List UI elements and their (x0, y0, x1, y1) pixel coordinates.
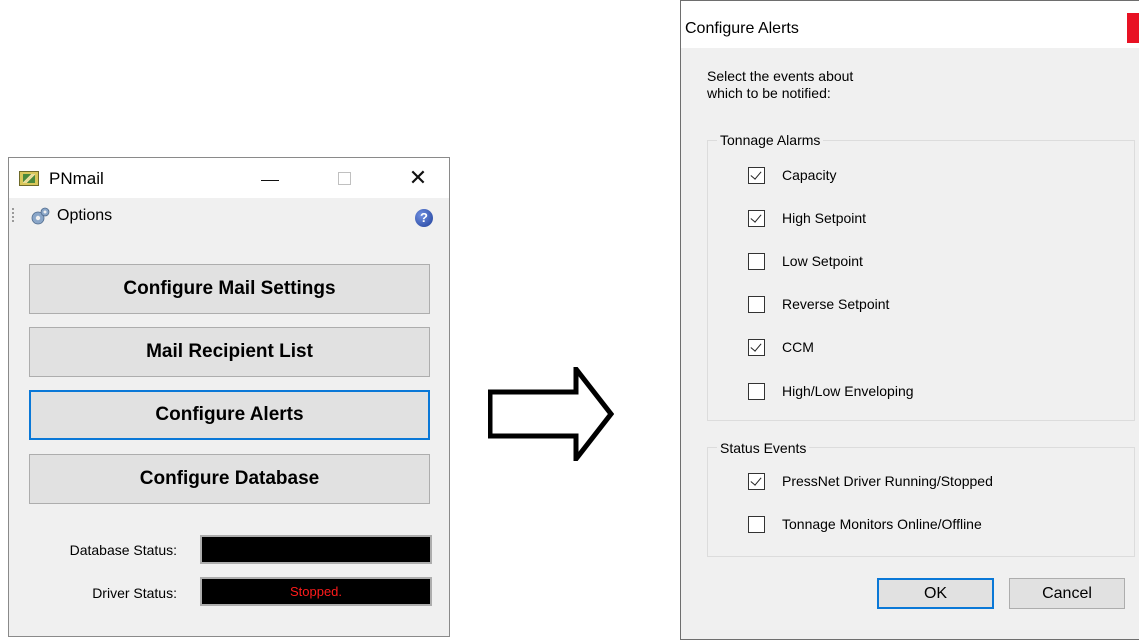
tonnage-monitors-label[interactable]: Tonnage Monitors Online/Offline (782, 516, 982, 532)
options-menu[interactable]: Options (57, 207, 112, 225)
checkbox-row-pressnet-driver[interactable]: PressNet Driver Running/Stopped (748, 471, 993, 491)
minimize-icon (261, 180, 279, 181)
maximize-button[interactable] (329, 164, 359, 192)
driver-status-value: Stopped. (200, 577, 432, 606)
cancel-button[interactable]: Cancel (1009, 578, 1125, 609)
instructions-line-1: Select the events about (707, 68, 853, 85)
reverse-setpoint-label[interactable]: Reverse Setpoint (782, 296, 889, 312)
ccm-label[interactable]: CCM (782, 339, 814, 355)
dialog-title-bar[interactable]: Configure Alerts x (681, 1, 1139, 48)
reverse-setpoint-checkbox[interactable] (748, 296, 765, 313)
low-setpoint-label[interactable]: Low Setpoint (782, 253, 863, 269)
instructions-text: Select the events about which to be noti… (707, 68, 853, 102)
gear-icon[interactable] (29, 205, 51, 227)
ccm-checkbox[interactable] (748, 339, 765, 356)
pressnet-driver-checkbox[interactable] (748, 473, 765, 490)
configure-database-button[interactable]: Configure Database (29, 454, 430, 504)
tonnage-monitors-checkbox[interactable] (748, 516, 765, 533)
capacity-label[interactable]: Capacity (782, 167, 836, 183)
checkbox-row-low-setpoint[interactable]: Low Setpoint (748, 251, 863, 271)
window-title: PNmail (49, 169, 104, 189)
maximize-icon (338, 172, 351, 185)
help-icon[interactable]: ? (415, 209, 433, 227)
close-icon: ✕ (409, 165, 427, 190)
configure-mail-settings-button[interactable]: Configure Mail Settings (29, 264, 430, 314)
ok-button[interactable]: OK (877, 578, 994, 609)
database-status-value (200, 535, 432, 564)
close-button[interactable]: ✕ (403, 164, 433, 192)
title-bar[interactable]: PNmail ✕ (9, 158, 449, 198)
right-arrow-icon (488, 367, 614, 461)
pressnet-driver-label[interactable]: PressNet Driver Running/Stopped (782, 473, 993, 489)
driver-status-label: Driver Status: (17, 585, 177, 601)
tonnage-alarms-legend: Tonnage Alarms (717, 132, 823, 148)
capacity-checkbox[interactable] (748, 167, 765, 184)
pnmail-app-icon (19, 171, 39, 186)
mail-recipient-list-button[interactable]: Mail Recipient List (29, 327, 430, 377)
checkbox-row-high-setpoint[interactable]: High Setpoint (748, 208, 866, 228)
database-status-label: Database Status: (17, 542, 177, 558)
configure-alerts-dialog: Configure Alerts x Select the events abo… (680, 0, 1139, 640)
dialog-title: Configure Alerts (685, 20, 799, 38)
checkbox-row-high-low-enveloping[interactable]: High/Low Enveloping (748, 381, 914, 401)
low-setpoint-checkbox[interactable] (748, 253, 765, 270)
status-events-group (707, 447, 1135, 557)
status-events-legend: Status Events (717, 440, 809, 456)
pnmail-window: PNmail ✕ Options ? Configure Mail Settin… (8, 157, 450, 637)
checkbox-row-tonnage-monitors[interactable]: Tonnage Monitors Online/Offline (748, 514, 982, 534)
high-low-enveloping-label[interactable]: High/Low Enveloping (782, 383, 914, 399)
high-setpoint-label[interactable]: High Setpoint (782, 210, 866, 226)
menu-bar: Options ? (9, 200, 449, 230)
configure-alerts-button[interactable]: Configure Alerts (29, 390, 430, 440)
high-low-enveloping-checkbox[interactable] (748, 383, 765, 400)
instructions-line-2: which to be notified: (707, 85, 853, 102)
dialog-close-button[interactable]: x (1127, 13, 1139, 43)
checkbox-row-reverse-setpoint[interactable]: Reverse Setpoint (748, 294, 889, 314)
high-setpoint-checkbox[interactable] (748, 210, 765, 227)
checkbox-row-ccm[interactable]: CCM (748, 337, 814, 357)
toolbar-grip-icon[interactable] (12, 208, 14, 222)
checkbox-row-capacity[interactable]: Capacity (748, 165, 836, 185)
minimize-button[interactable] (255, 164, 285, 192)
